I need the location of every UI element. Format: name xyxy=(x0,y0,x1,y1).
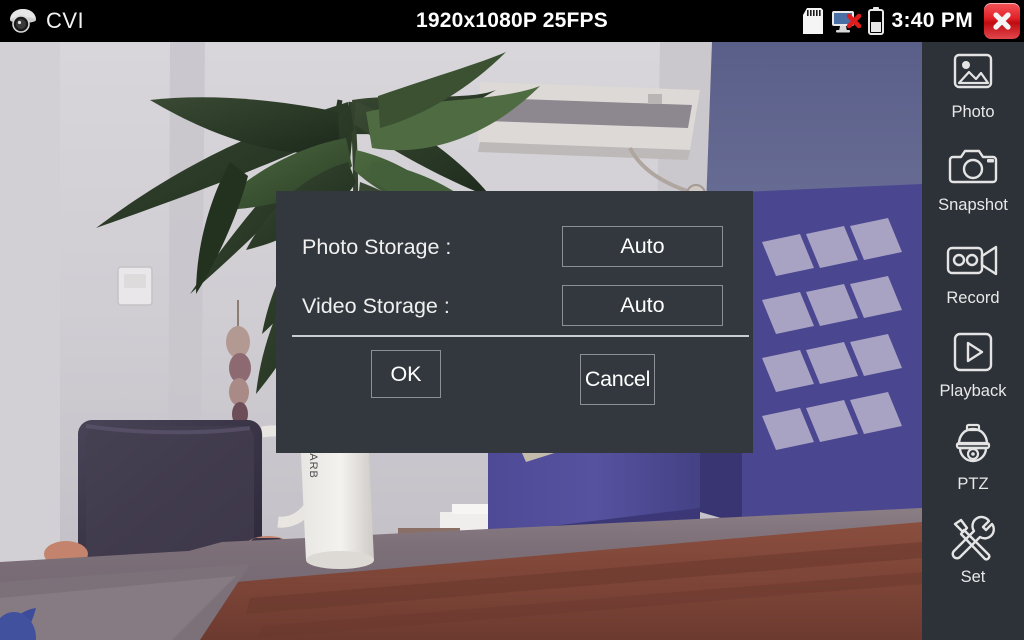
photo-storage-select[interactable]: Auto xyxy=(562,226,723,267)
resolution-label: 1920x1080P 25FPS xyxy=(416,9,608,32)
play-icon xyxy=(950,327,996,379)
device-screen: STARB CVI 1920x1080P 25FPS 3:40 PM Photo… xyxy=(0,0,1024,640)
sidebar-label-record: Record xyxy=(946,289,1000,307)
dome-camera-icon xyxy=(10,9,36,33)
storage-settings-dialog: Photo Storage : Auto Video Storage : Aut… xyxy=(276,191,753,453)
close-icon xyxy=(993,12,1011,30)
photo-storage-row: Photo Storage : Auto xyxy=(276,226,753,268)
photo-icon xyxy=(949,48,997,100)
sidebar-item-record[interactable]: Record xyxy=(922,228,1024,325)
sidebar-label-ptz: PTZ xyxy=(957,475,989,493)
sidebar-item-ptz[interactable]: PTZ xyxy=(922,414,1024,511)
dialog-divider xyxy=(292,335,749,337)
sidebar-label-playback: Playback xyxy=(939,382,1007,400)
sidebar-item-photo[interactable]: Photo xyxy=(922,42,1024,139)
sidebar-label-snapshot: Snapshot xyxy=(938,196,1008,214)
sidebar-item-snapshot[interactable]: Snapshot xyxy=(922,135,1024,232)
close-button[interactable] xyxy=(984,3,1020,39)
cancel-button[interactable]: Cancel xyxy=(580,354,655,405)
tools-icon xyxy=(947,513,999,565)
video-storage-label: Video Storage : xyxy=(302,293,450,318)
photo-storage-label: Photo Storage : xyxy=(302,234,452,259)
sidebar-item-set[interactable]: Set xyxy=(922,507,1024,604)
video-storage-select[interactable]: Auto xyxy=(562,285,723,326)
tool-sidebar: Photo Snapshot Record Playback PTZ Set xyxy=(922,42,1024,640)
video-camera-icon xyxy=(945,234,1001,286)
signal-format-label: CVI xyxy=(46,8,85,33)
camera-icon xyxy=(947,141,999,193)
dome-camera-icon xyxy=(949,420,997,472)
sidebar-label-photo: Photo xyxy=(951,103,995,121)
network-disconnected-icon xyxy=(831,11,861,33)
sd-card-icon xyxy=(802,8,823,34)
sidebar-item-playback[interactable]: Playback xyxy=(922,321,1024,418)
status-bar-left: CVI xyxy=(8,0,84,42)
status-bar-right: 3:40 PM xyxy=(802,0,1020,42)
battery-icon xyxy=(867,7,884,35)
video-storage-row: Video Storage : Auto xyxy=(276,285,753,327)
sidebar-label-set: Set xyxy=(960,568,986,586)
ok-button[interactable]: OK xyxy=(371,350,441,398)
clock-label: 3:40 PM xyxy=(891,9,973,32)
status-bar: CVI 1920x1080P 25FPS 3:40 PM xyxy=(0,0,1024,42)
